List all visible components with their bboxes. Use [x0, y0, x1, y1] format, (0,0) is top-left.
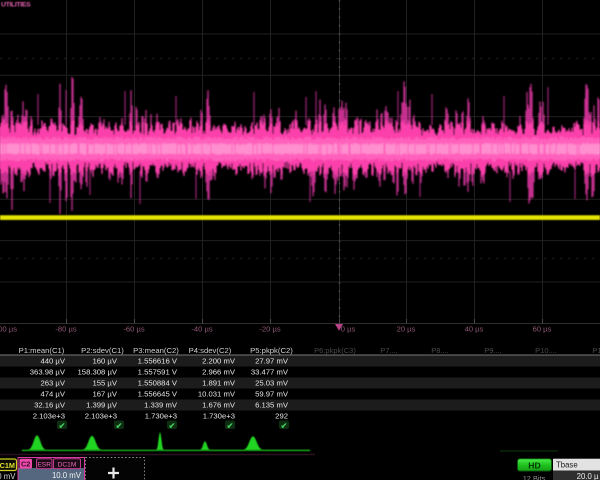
svg-text:2.103e+3: 2.103e+3	[33, 411, 65, 420]
svg-text:P1:mean(C1): P1:mean(C1)	[19, 346, 65, 355]
svg-text:00 µs: 00 µs	[0, 325, 17, 334]
svg-text:1.339 mV: 1.339 mV	[144, 400, 178, 409]
svg-text:-60 µs: -60 µs	[123, 325, 144, 334]
svg-text:59.97 mV: 59.97 mV	[255, 389, 289, 398]
svg-text:1.399 µV: 1.399 µV	[86, 400, 118, 409]
svg-text:P7....: P7....	[380, 346, 398, 355]
svg-text:1.550884 V: 1.550884 V	[138, 378, 178, 387]
svg-text:P8....: P8....	[431, 346, 449, 355]
svg-text:0 mV: 0 mV	[0, 472, 16, 480]
svg-text:P10....: P10....	[535, 346, 557, 355]
svg-text:1.556616 V: 1.556616 V	[138, 356, 178, 365]
svg-text:C2: C2	[21, 460, 30, 469]
svg-text:6.135 mV: 6.135 mV	[255, 400, 289, 409]
svg-text:0 µs: 0 µs	[341, 325, 356, 334]
svg-text:10.0 mV: 10.0 mV	[52, 471, 82, 480]
svg-text:60 µs: 60 µs	[533, 325, 552, 334]
svg-text:2.966 mV: 2.966 mV	[202, 367, 236, 376]
svg-text:1.556645 V: 1.556645 V	[138, 389, 178, 398]
svg-text:20 µs: 20 µs	[397, 325, 416, 334]
svg-text:✔: ✔	[227, 421, 234, 430]
svg-text:27.97 mV: 27.97 mV	[255, 356, 289, 365]
svg-text:1.676 mV: 1.676 mV	[202, 400, 236, 409]
svg-text:P4:sdev(C2): P4:sdev(C2)	[189, 346, 232, 355]
svg-text:UTILITIES: UTILITIES	[1, 2, 31, 9]
svg-text:474 µV: 474 µV	[40, 389, 65, 398]
svg-text:160 µV: 160 µV	[92, 356, 117, 365]
svg-text:1.730e+3: 1.730e+3	[145, 411, 177, 420]
svg-text:-40 µs: -40 µs	[191, 325, 212, 334]
svg-text:292: 292	[275, 411, 288, 420]
svg-text:363.98 µV: 363.98 µV	[30, 367, 66, 376]
svg-text:167 µV: 167 µV	[92, 389, 117, 398]
svg-text:-20 µs: -20 µs	[259, 325, 280, 334]
svg-text:Tbase: Tbase	[556, 461, 578, 470]
svg-text:P1: P1	[592, 346, 600, 355]
svg-text:P5:pkpk(C2): P5:pkpk(C2)	[250, 346, 293, 355]
svg-text:C1M: C1M	[0, 461, 15, 470]
svg-text:✔: ✔	[169, 421, 176, 430]
svg-text:25.03 mV: 25.03 mV	[255, 378, 289, 387]
svg-text:✔: ✔	[59, 421, 66, 430]
svg-text:HD: HD	[528, 460, 540, 470]
svg-text:33.477 mV: 33.477 mV	[251, 367, 289, 376]
svg-text:1.730e+3: 1.730e+3	[203, 411, 235, 420]
svg-text:158.308 µV: 158.308 µV	[78, 367, 118, 376]
svg-text:DC1M: DC1M	[58, 461, 77, 468]
svg-text:P9....: P9....	[484, 346, 502, 355]
svg-text:12 Bits: 12 Bits	[523, 474, 546, 480]
svg-text:2.200 mV: 2.200 mV	[202, 356, 236, 365]
svg-text:263 µV: 263 µV	[40, 378, 65, 387]
svg-text:155 µV: 155 µV	[92, 378, 117, 387]
svg-text:10.031 mV: 10.031 mV	[198, 389, 236, 398]
svg-text:P2:sdev(C1): P2:sdev(C1)	[81, 346, 124, 355]
svg-text:ESR: ESR	[37, 461, 51, 468]
svg-text:20.0 µ: 20.0 µ	[577, 472, 599, 480]
svg-text:40 µs: 40 µs	[465, 325, 484, 334]
svg-text:2.103e+3: 2.103e+3	[85, 411, 117, 420]
svg-text:440 µV: 440 µV	[40, 356, 65, 365]
svg-text:✔: ✔	[281, 421, 288, 430]
svg-text:1.891 mV: 1.891 mV	[202, 378, 236, 387]
svg-text:-80 µs: -80 µs	[55, 325, 76, 334]
svg-text:✔: ✔	[116, 421, 123, 430]
svg-text:32.16 µV: 32.16 µV	[34, 400, 66, 409]
svg-text:1.557591 V: 1.557591 V	[138, 367, 178, 376]
svg-text:P3:mean(C2): P3:mean(C2)	[133, 346, 179, 355]
svg-text:P6:pkpk(C3): P6:pkpk(C3)	[314, 346, 356, 355]
